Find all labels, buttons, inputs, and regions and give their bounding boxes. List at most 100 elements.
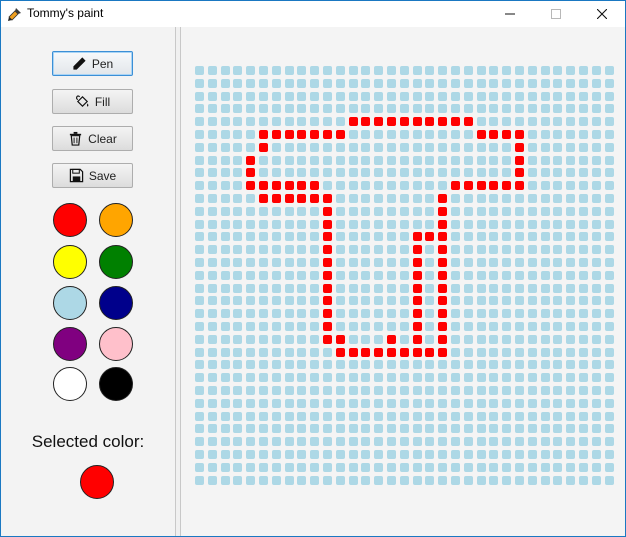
canvas-pixel[interactable] xyxy=(335,104,345,114)
canvas-pixel[interactable] xyxy=(515,309,524,319)
canvas-pixel[interactable] xyxy=(348,360,358,370)
canvas-pixel[interactable] xyxy=(361,245,371,255)
canvas-pixel[interactable] xyxy=(284,360,294,370)
canvas-pixel[interactable] xyxy=(502,270,512,280)
canvas-pixel[interactable] xyxy=(195,104,204,114)
canvas-pixel[interactable] xyxy=(259,334,268,344)
canvas-pixel[interactable] xyxy=(195,309,204,319)
canvas-pixel[interactable] xyxy=(591,462,601,472)
canvas-pixel[interactable] xyxy=(246,283,256,293)
canvas-pixel[interactable] xyxy=(425,219,435,229)
canvas-pixel[interactable] xyxy=(207,168,217,178)
canvas-pixel[interactable] xyxy=(399,91,409,101)
canvas-pixel[interactable] xyxy=(527,424,537,434)
canvas-pixel[interactable] xyxy=(271,104,281,114)
canvas-pixel[interactable] xyxy=(540,219,550,229)
canvas-pixel[interactable] xyxy=(259,309,268,319)
canvas-pixel[interactable] xyxy=(399,155,409,165)
canvas-pixel[interactable] xyxy=(591,155,601,165)
canvas-pixel[interactable] xyxy=(566,258,576,267)
canvas-pixel[interactable] xyxy=(233,155,243,165)
canvas-pixel[interactable] xyxy=(489,245,499,255)
canvas-pixel[interactable] xyxy=(348,194,358,203)
canvas-pixel[interactable] xyxy=(438,398,448,408)
canvas-pixel[interactable] xyxy=(438,130,448,139)
canvas-pixel[interactable] xyxy=(502,283,512,293)
canvas-pixel[interactable] xyxy=(297,194,307,203)
canvas-pixel[interactable] xyxy=(451,386,460,395)
canvas-pixel[interactable] xyxy=(323,168,332,178)
canvas-pixel[interactable] xyxy=(271,347,281,357)
canvas-pixel[interactable] xyxy=(246,232,256,242)
canvas-pixel[interactable] xyxy=(220,194,230,203)
canvas-pixel[interactable] xyxy=(259,142,268,152)
canvas-pixel[interactable] xyxy=(374,475,384,485)
canvas-pixel[interactable] xyxy=(412,130,422,139)
canvas-pixel[interactable] xyxy=(412,78,422,88)
canvas-pixel[interactable] xyxy=(271,270,281,280)
canvas-pixel[interactable] xyxy=(553,475,563,485)
canvas-pixel[interactable] xyxy=(591,130,601,139)
canvas-pixel[interactable] xyxy=(374,91,384,101)
canvas-pixel[interactable] xyxy=(502,91,512,101)
canvas-pixel[interactable] xyxy=(399,334,409,344)
canvas-pixel[interactable] xyxy=(451,66,460,75)
canvas-pixel[interactable] xyxy=(463,270,473,280)
canvas-pixel[interactable] xyxy=(259,270,268,280)
canvas-pixel[interactable] xyxy=(284,258,294,267)
canvas-pixel[interactable] xyxy=(566,462,576,472)
canvas-pixel[interactable] xyxy=(438,206,448,216)
canvas-pixel[interactable] xyxy=(579,155,588,165)
canvas-pixel[interactable] xyxy=(438,296,448,306)
canvas-pixel[interactable] xyxy=(195,462,204,472)
canvas-pixel[interactable] xyxy=(348,270,358,280)
canvas-pixel[interactable] xyxy=(463,373,473,383)
canvas-pixel[interactable] xyxy=(233,232,243,242)
canvas-pixel[interactable] xyxy=(374,258,384,267)
canvas-pixel[interactable] xyxy=(310,219,320,229)
canvas-pixel[interactable] xyxy=(310,360,320,370)
canvas-pixel[interactable] xyxy=(540,334,550,344)
canvas-pixel[interactable] xyxy=(361,462,371,472)
canvas-pixel[interactable] xyxy=(207,360,217,370)
canvas-pixel[interactable] xyxy=(527,386,537,395)
clear-button[interactable]: Clear xyxy=(52,126,133,151)
canvas-pixel[interactable] xyxy=(515,360,524,370)
canvas-pixel[interactable] xyxy=(284,437,294,447)
canvas-pixel[interactable] xyxy=(195,232,204,242)
canvas-pixel[interactable] xyxy=(374,283,384,293)
canvas-pixel[interactable] xyxy=(463,462,473,472)
canvas-pixel[interactable] xyxy=(399,322,409,331)
canvas-pixel[interactable] xyxy=(387,181,396,191)
canvas-pixel[interactable] xyxy=(502,398,512,408)
canvas-pixel[interactable] xyxy=(284,206,294,216)
canvas-pixel[interactable] xyxy=(591,194,601,203)
canvas-pixel[interactable] xyxy=(425,450,435,459)
canvas-pixel[interactable] xyxy=(412,194,422,203)
canvas-pixel[interactable] xyxy=(361,373,371,383)
canvas-pixel[interactable] xyxy=(207,475,217,485)
canvas-pixel[interactable] xyxy=(476,322,486,331)
minimize-button[interactable] xyxy=(487,1,533,27)
canvas-pixel[interactable] xyxy=(271,66,281,75)
canvas-pixel[interactable] xyxy=(195,360,204,370)
canvas-pixel[interactable] xyxy=(220,347,230,357)
canvas-pixel[interactable] xyxy=(233,206,243,216)
canvas-pixel[interactable] xyxy=(271,219,281,229)
canvas-pixel[interactable] xyxy=(297,347,307,357)
canvas-pixel[interactable] xyxy=(476,232,486,242)
canvas-pixel[interactable] xyxy=(489,66,499,75)
canvas-pixel[interactable] xyxy=(438,181,448,191)
canvas-pixel[interactable] xyxy=(259,398,268,408)
canvas-pixel[interactable] xyxy=(579,309,588,319)
canvas-pixel[interactable] xyxy=(515,475,524,485)
canvas-pixel[interactable] xyxy=(527,322,537,331)
canvas-pixel[interactable] xyxy=(246,219,256,229)
canvas-pixel[interactable] xyxy=(604,117,614,127)
canvas-pixel[interactable] xyxy=(463,334,473,344)
canvas-pixel[interactable] xyxy=(425,245,435,255)
canvas-pixel[interactable] xyxy=(259,91,268,101)
canvas-pixel[interactable] xyxy=(489,296,499,306)
canvas-pixel[interactable] xyxy=(579,78,588,88)
canvas-pixel[interactable] xyxy=(425,270,435,280)
